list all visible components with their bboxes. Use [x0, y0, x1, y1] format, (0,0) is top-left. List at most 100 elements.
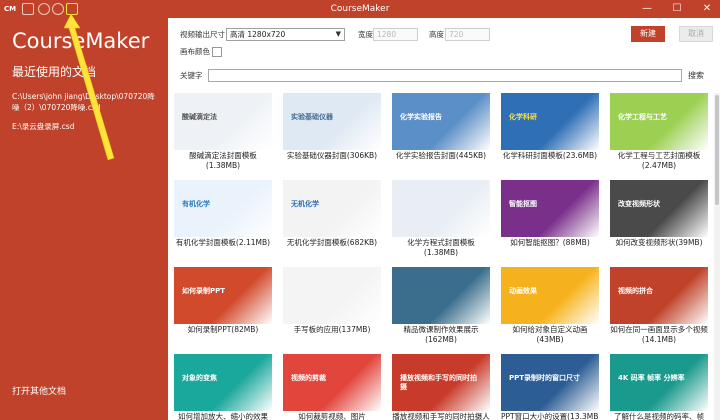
template-size: (43MB) [536, 335, 564, 344]
template-caption: 实验基础仪器封面(306KB) [286, 151, 378, 160]
thumbnail-title: 实验基础仪器 [291, 113, 333, 121]
thumbnail-title: 动画效果 [509, 287, 537, 295]
thumbnail-title: 视频的剪裁 [291, 374, 326, 382]
template-card[interactable]: PPT录制时的窗口尺寸 PPT窗口大小的设置(13.3MB) [501, 354, 599, 420]
template-card[interactable]: 智能抠图如何智能抠图？(88MB) [501, 180, 599, 247]
template-size: (14.1MB) [641, 335, 677, 344]
recent-docs-title: 最近使用的文档 [12, 65, 97, 79]
template-card[interactable]: 播放视频和手写的同时拍摄播放视频和手写的同时拍摄人 [392, 354, 490, 420]
template-thumbnail[interactable]: 实验基础仪器 [283, 93, 381, 150]
template-thumbnail[interactable]: 改变视频形状 [610, 180, 708, 237]
template-caption: 酸碱滴定法封面模板 [189, 151, 257, 160]
thumbnail-title: 化学工程与工艺 [618, 113, 667, 121]
template-thumbnail[interactable] [392, 267, 490, 324]
thumbnail-title: 智能抠图 [509, 200, 537, 208]
template-caption: 如何录制PPT(82MB) [187, 325, 259, 334]
template-thumbnail[interactable] [392, 180, 490, 237]
template-thumbnail[interactable]: 视频的剪裁 [283, 354, 381, 411]
template-size: (162MB) [425, 335, 457, 344]
template-thumbnail[interactable]: PPT录制时的窗口尺寸 [501, 354, 599, 411]
template-caption: 播放视频和手写的同时拍摄人 [392, 412, 490, 420]
sidebar: CourseMaker 最近使用的文档 C:\Users\john jiang\… [0, 18, 168, 420]
template-caption: PPT窗口大小的设置(13.3MB) [501, 412, 599, 420]
thumbnail-title: 改变视频形状 [618, 200, 660, 208]
template-thumbnail[interactable]: 化学工程与工艺 [610, 93, 708, 150]
open-other-docs-link[interactable]: 打开其他文档 [12, 386, 66, 398]
template-card[interactable]: 手写板的应用(137MB) [283, 267, 381, 334]
recent-file-2[interactable]: E:\录云盘录屏.csd [12, 121, 162, 132]
output-size-value: 高清 1280x720 [230, 30, 286, 39]
close-button[interactable]: ✕ [692, 0, 720, 18]
recent-file-1[interactable]: C:\Users\john jiang\Desktop\070720降噪（2）\… [12, 91, 162, 113]
template-card[interactable]: 对象的变焦如何增加放大、缩小的效果 [174, 354, 272, 420]
template-thumbnail[interactable]: 酸碱滴定法 [174, 93, 272, 150]
template-thumbnail[interactable]: 化学科研 [501, 93, 599, 150]
maximize-button[interactable]: ☐ [662, 0, 692, 18]
template-thumbnail[interactable]: 有机化学 [174, 180, 272, 237]
template-caption: 如何给对象自定义动画 [512, 325, 588, 334]
cancel-button[interactable]: 取消 [679, 26, 713, 42]
height-label: 高度 [429, 30, 444, 39]
template-caption: 如何在同一画面显示多个视频 [610, 325, 708, 334]
bg-color-label: 画布颜色 [180, 47, 210, 56]
thumbnail-title: 视频的拼合 [618, 287, 653, 295]
width-input[interactable]: 1280 [373, 28, 418, 41]
width-label: 宽度 [358, 30, 373, 39]
coursemaker-window: CM CourseMaker — ☐ ✕ CourseMaker 最近使用的文档… [0, 0, 720, 420]
template-thumbnail[interactable]: 视频的拼合 [610, 267, 708, 324]
output-size-select[interactable]: 高清 1280x720 ▼ [226, 28, 345, 41]
thumbnail-title: 播放视频和手写的同时拍摄 [400, 374, 477, 391]
thumbnail-title: 4K 码率 帧率 分辨率 [618, 374, 685, 382]
template-card[interactable]: 化学工程与工艺 化学工程与工艺封面模板 (2.47MB) [610, 93, 708, 170]
title-bar: CM CourseMaker — ☐ ✕ [0, 0, 720, 18]
keyword-search-input[interactable] [208, 69, 682, 82]
template-card[interactable]: 酸碱滴定法酸碱滴定法封面模板 (1.38MB) [174, 93, 272, 170]
template-size: (1.38MB) [205, 161, 241, 170]
template-card[interactable]: 4K 码率 帧率 分辨率 了解什么是视频的码率、帧 [610, 354, 708, 420]
bg-color-swatch[interactable] [212, 47, 222, 57]
height-input[interactable]: 720 [445, 28, 490, 41]
template-caption: 如何智能抠图？(88MB) [510, 238, 590, 247]
template-size: (1.38MB) [423, 248, 459, 257]
template-card[interactable]: 化学方程式封面模板 (1.38MB) [392, 180, 490, 257]
template-thumbnail[interactable]: 对象的变焦 [174, 354, 272, 411]
search-button[interactable]: 搜索 [688, 69, 704, 82]
thumbnail-title: 化学实验报告 [400, 113, 442, 121]
template-card[interactable]: 如何录制PPT 如何录制PPT(82MB) [174, 267, 272, 334]
template-card[interactable]: 动画效果如何给对象自定义动画 (43MB) [501, 267, 599, 344]
minimize-button[interactable]: — [632, 0, 662, 18]
keyword-label: 关键字 [180, 71, 203, 80]
thumbnail-title: 无机化学 [291, 200, 319, 208]
template-size: (2.47MB) [641, 161, 677, 170]
template-card[interactable]: 化学实验报告化学实验报告封面(445KB) [392, 93, 490, 160]
vertical-scrollbar[interactable] [714, 93, 720, 420]
template-card[interactable]: 有机化学 有机化学封面模板(2.11MB) [174, 180, 272, 247]
sidebar-brand: CourseMaker [12, 29, 150, 53]
template-grid: 酸碱滴定法 酸碱滴定法封面模板 (1.38MB) 实验基础仪器 实验基础仪器封面(306… [174, 93, 714, 420]
output-size-label: 视频输出尺寸 [180, 30, 225, 39]
new-button[interactable]: 新建 [631, 26, 665, 42]
template-card[interactable]: 改变视频形状如何改变视频形状(39MB) [610, 180, 708, 247]
template-caption: 如何改变视频形状(39MB) [615, 238, 703, 247]
template-thumbnail[interactable]: 播放视频和手写的同时拍摄 [392, 354, 490, 411]
template-thumbnail[interactable]: 如何录制PPT [174, 267, 272, 324]
template-thumbnail[interactable] [283, 267, 381, 324]
template-caption: 如何增加放大、缩小的效果 [178, 412, 268, 420]
template-caption: 化学实验报告封面(445KB) [395, 151, 487, 160]
template-caption: 手写板的应用(137MB) [293, 325, 371, 334]
template-card[interactable]: 视频的剪裁 如何裁剪视频、图片 [283, 354, 381, 420]
thumbnail-title: 对象的变焦 [182, 374, 217, 382]
scrollbar-thumb[interactable] [715, 95, 719, 205]
template-card[interactable]: 精品微课制作效果展示 (162MB) [392, 267, 490, 344]
thumbnail-title: 酸碱滴定法 [182, 113, 217, 121]
template-thumbnail[interactable]: 无机化学 [283, 180, 381, 237]
template-thumbnail[interactable]: 动画效果 [501, 267, 599, 324]
template-card[interactable]: 视频的拼合如何在同一画面显示多个视频 (14.1MB) [610, 267, 708, 344]
template-thumbnail[interactable]: 化学实验报告 [392, 93, 490, 150]
template-thumbnail[interactable]: 智能抠图 [501, 180, 599, 237]
template-card[interactable]: 实验基础仪器实验基础仪器封面(306KB) [283, 93, 381, 160]
template-card[interactable]: 化学科研 化学科研封面模板(23.6MB) [501, 93, 599, 160]
template-card[interactable]: 无机化学 无机化学封面模板(682KB) [283, 180, 381, 247]
template-caption: 化学方程式封面模板 [407, 238, 475, 247]
template-thumbnail[interactable]: 4K 码率 帧率 分辨率 [610, 354, 708, 411]
